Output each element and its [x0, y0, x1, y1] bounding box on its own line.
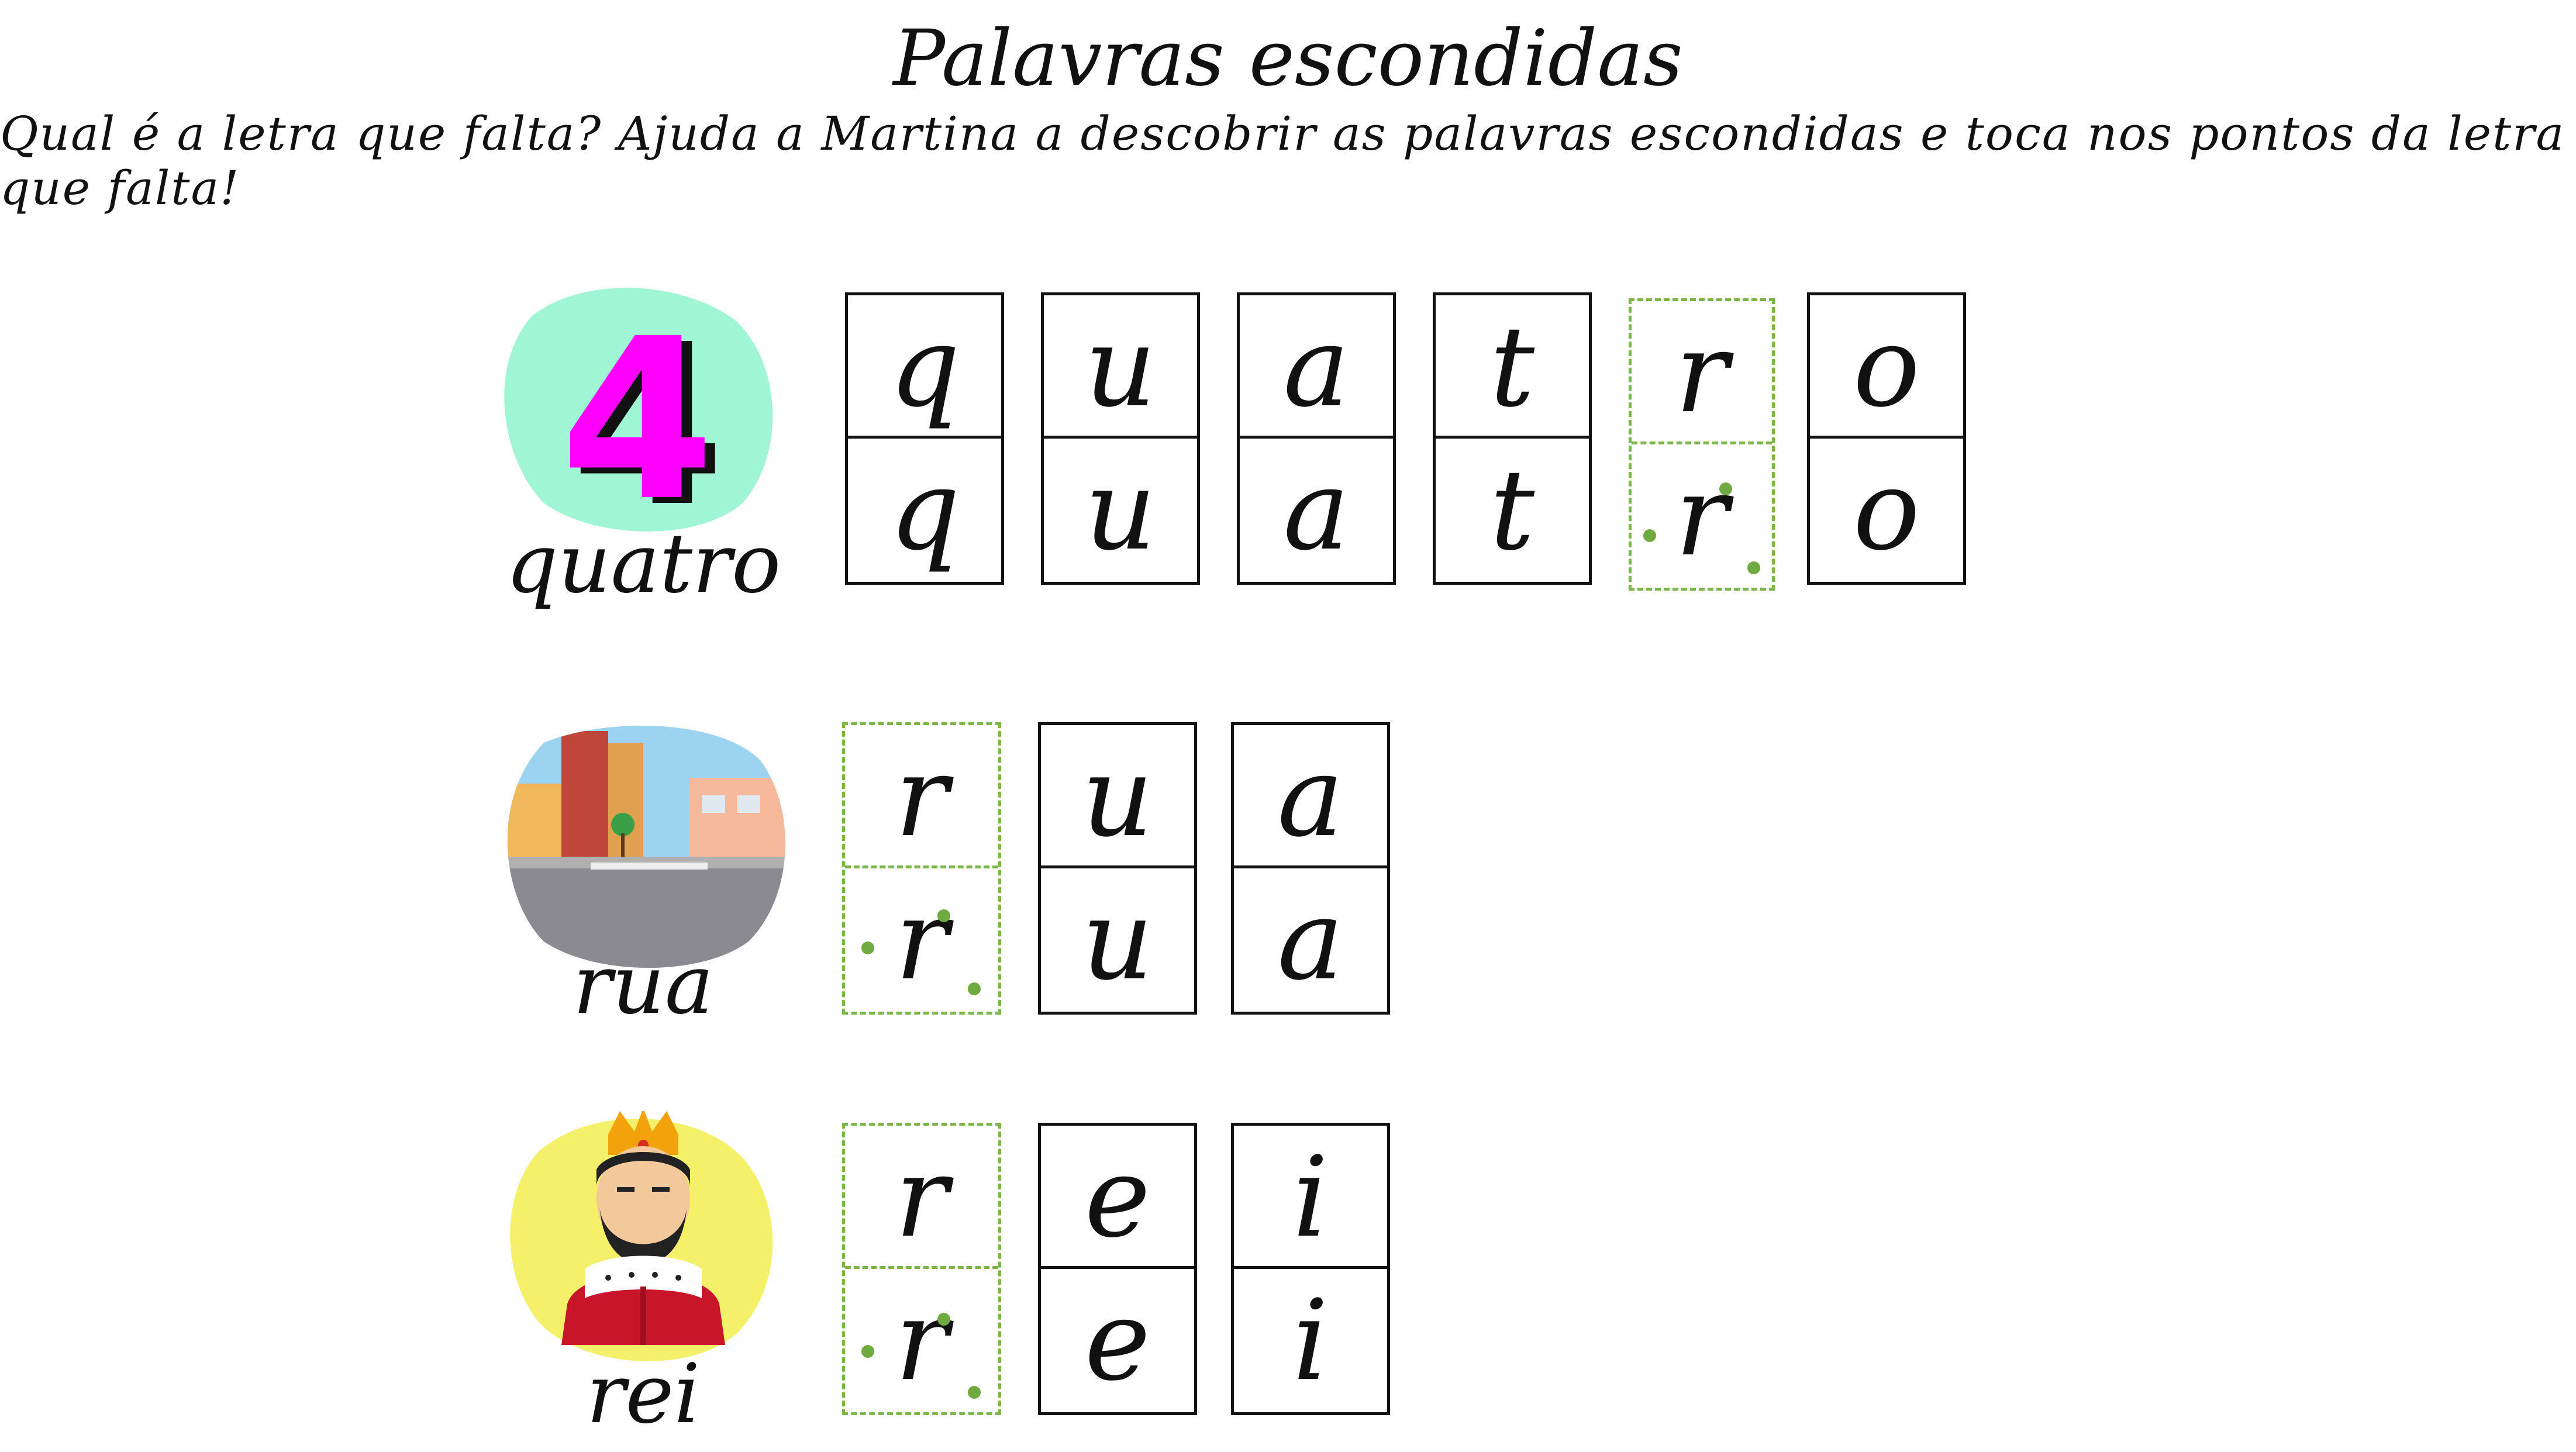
- letter-model: r: [895, 732, 949, 861]
- trace-dot[interactable]: [1747, 561, 1760, 574]
- trace-dot[interactable]: [861, 1345, 874, 1358]
- trace-dot[interactable]: [937, 909, 950, 922]
- trace-dot[interactable]: [1719, 482, 1732, 495]
- letter-model: a: [1283, 302, 1350, 432]
- letter-card: u u: [1041, 292, 1200, 585]
- letter-model: r: [895, 1133, 949, 1262]
- letter-card: a a: [1231, 722, 1390, 1015]
- letter-trace: t: [1436, 436, 1589, 582]
- letter-trace: e: [1041, 1266, 1194, 1412]
- letter-model: i: [1292, 1133, 1329, 1262]
- letter-model: a: [1277, 732, 1344, 861]
- letter-model: e: [1084, 1133, 1151, 1262]
- trace-dot[interactable]: [1643, 529, 1656, 542]
- word-row-rei: rei r r e e i i: [0, 1108, 2576, 1450]
- letter-trace: u: [1041, 865, 1194, 1012]
- missing-letter-card[interactable]: r r: [1629, 298, 1775, 591]
- word-label: rua: [573, 937, 714, 1033]
- letter-model: u: [1081, 732, 1154, 861]
- letter-card: o o: [1807, 292, 1966, 585]
- missing-letter-card[interactable]: r r: [842, 1123, 1001, 1415]
- trace-dot[interactable]: [861, 941, 874, 954]
- letter-model: u: [1084, 302, 1157, 432]
- letter-model: t: [1489, 302, 1535, 432]
- letter-card: i i: [1231, 1123, 1390, 1415]
- letter-card: t t: [1433, 292, 1592, 585]
- king-icon: [491, 1108, 795, 1368]
- letter-trace: q: [848, 436, 1001, 582]
- letter-trace: a: [1240, 436, 1393, 582]
- number-four-icon: 4 4: [491, 281, 795, 556]
- trace-dot[interactable]: [968, 982, 981, 995]
- letter-trace: u: [1044, 436, 1197, 582]
- trace-dot[interactable]: [968, 1386, 981, 1399]
- word-row-rua: rua r r u u a a: [0, 708, 2576, 1047]
- trace-dot[interactable]: [937, 1313, 950, 1326]
- letter-model: q: [889, 302, 960, 432]
- letter-card: e e: [1038, 1123, 1197, 1415]
- missing-letter-card[interactable]: r r: [842, 722, 1001, 1015]
- letter-trace: a: [1234, 865, 1387, 1012]
- instructions: Qual é a letra que falta? Ajuda a Martin…: [0, 106, 2565, 215]
- word-label: quatro: [505, 516, 781, 612]
- svg-text:4: 4: [560, 291, 715, 538]
- letter-card: q q: [845, 292, 1004, 585]
- letter-card: u u: [1038, 722, 1197, 1015]
- letter-trace: i: [1234, 1266, 1387, 1412]
- page-title: Palavras escondidas: [893, 13, 1683, 104]
- letter-card: a a: [1237, 292, 1396, 585]
- word-row-quatro: 4 4 quatro q q u u a a t t r r o o: [0, 281, 2576, 632]
- letter-trace: o: [1810, 436, 1963, 582]
- letter-model: r: [1675, 308, 1729, 437]
- word-label: rei: [586, 1347, 701, 1442]
- letter-model: o: [1853, 302, 1920, 432]
